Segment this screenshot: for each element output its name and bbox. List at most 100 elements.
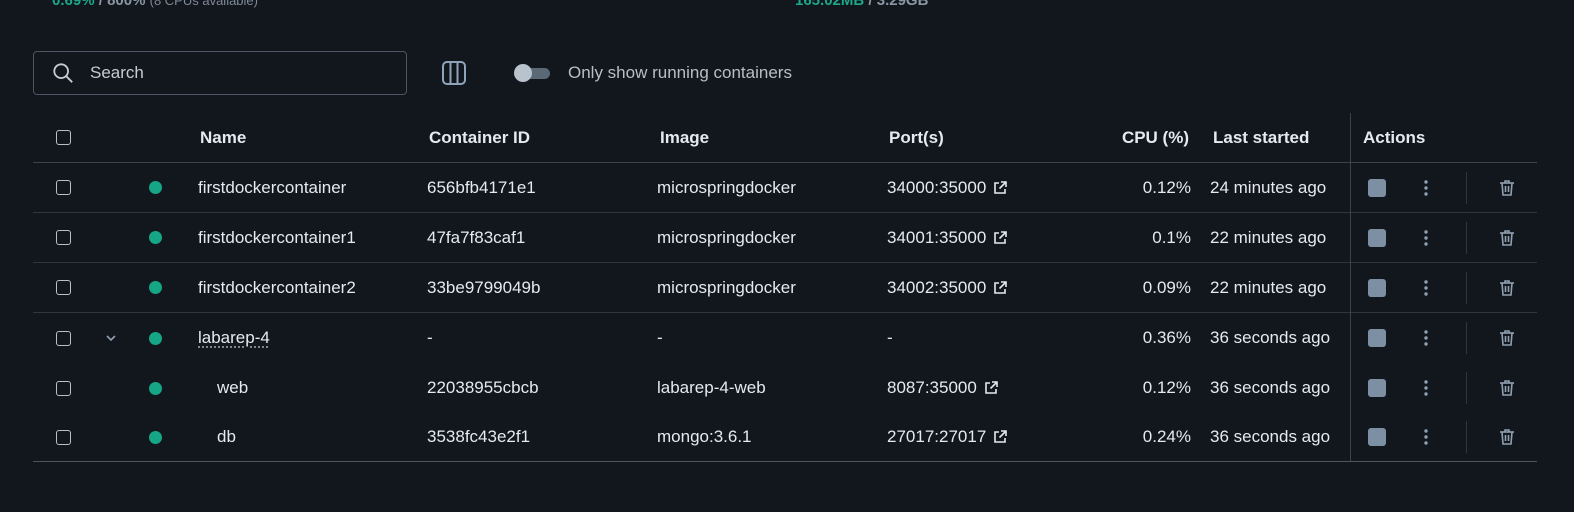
- column-header-cpu[interactable]: CPU (%): [1122, 113, 1189, 162]
- more-options-icon[interactable]: [1423, 178, 1429, 198]
- cpu-usage-max: 800%: [107, 0, 146, 9]
- column-header-ports[interactable]: Port(s): [889, 113, 944, 162]
- container-last-started: 36 seconds ago: [1210, 378, 1331, 397]
- cpu-usage-value: 0.69%: [52, 0, 95, 9]
- container-name[interactable]: web: [217, 363, 248, 413]
- stop-icon[interactable]: [1368, 178, 1386, 197]
- cpu-usage-stat: 0.69% / 800% (8 CPUs available): [52, 0, 258, 9]
- container-cpu: 0.12%: [1142, 378, 1191, 397]
- container-ports[interactable]: 34002:35000: [887, 278, 986, 298]
- container-image[interactable]: labarep-4-web: [657, 363, 766, 413]
- more-options-icon[interactable]: [1423, 278, 1429, 298]
- more-options-icon[interactable]: [1423, 378, 1429, 398]
- container-image[interactable]: microspringdocker: [657, 263, 796, 312]
- container-ports[interactable]: 27017:27017: [887, 427, 986, 447]
- container-cpu: 0.36%: [1142, 328, 1191, 347]
- more-options-icon[interactable]: [1423, 328, 1429, 348]
- memory-usage-value: 165.02MB: [795, 0, 865, 9]
- container-name[interactable]: firstdockercontainer1: [198, 213, 356, 262]
- more-options-icon[interactable]: [1423, 427, 1429, 447]
- table-row[interactable]: db 3538fc43e2f1 mongo:3.6.1 27017:27017 …: [33, 412, 1537, 462]
- container-ports[interactable]: 34000:35000: [887, 178, 986, 198]
- table-header: Name Container ID Image Port(s) CPU (%) …: [33, 113, 1537, 163]
- stop-icon[interactable]: [1368, 228, 1386, 247]
- select-all-checkbox[interactable]: [56, 130, 71, 145]
- external-link-icon[interactable]: [992, 280, 1008, 296]
- container-last-started: 22 minutes ago: [1210, 277, 1327, 297]
- column-header-container-id[interactable]: Container ID: [429, 113, 530, 162]
- container-cpu: 0.24%: [1142, 427, 1191, 446]
- running-status-dot: [149, 331, 162, 345]
- container-name[interactable]: firstdockercontainer: [198, 163, 346, 212]
- row-checkbox[interactable]: [56, 180, 71, 195]
- container-last-started: 22 minutes ago: [1210, 227, 1327, 247]
- stop-icon[interactable]: [1368, 428, 1386, 446]
- row-checkbox[interactable]: [56, 380, 71, 396]
- container-id: 33be9799049b: [427, 277, 541, 297]
- external-link-icon[interactable]: [992, 180, 1008, 196]
- stats-bar: 0.69% / 800% (8 CPUs available) 165.02MB…: [52, 0, 1574, 12]
- external-link-icon[interactable]: [992, 429, 1008, 445]
- row-checkbox[interactable]: [56, 330, 71, 346]
- search-input[interactable]: [88, 62, 372, 84]
- table-row[interactable]: firstdockercontainer1 47fa7f83caf1 micro…: [33, 213, 1537, 263]
- table-row[interactable]: web 22038955cbcb labarep-4-web 8087:3500…: [33, 363, 1537, 413]
- container-name[interactable]: firstdockercontainer2: [198, 263, 356, 312]
- external-link-icon[interactable]: [983, 380, 999, 396]
- container-ports[interactable]: 8087:35000: [887, 378, 977, 398]
- container-name[interactable]: db: [217, 412, 236, 462]
- table-row[interactable]: firstdockercontainer2 33be9799049b micro…: [33, 263, 1537, 313]
- chevron-down-icon[interactable]: [104, 333, 118, 343]
- trash-icon[interactable]: [1497, 328, 1517, 348]
- running-status-dot: [149, 231, 162, 244]
- trash-icon[interactable]: [1497, 427, 1517, 447]
- row-checkbox[interactable]: [56, 280, 71, 295]
- trash-icon[interactable]: [1497, 178, 1517, 198]
- columns-icon[interactable]: [441, 60, 467, 86]
- container-image: -: [657, 328, 663, 347]
- container-cpu: 0.09%: [1142, 277, 1191, 297]
- container-image[interactable]: mongo:3.6.1: [657, 412, 752, 462]
- running-status-dot: [149, 381, 162, 395]
- column-header-last-started[interactable]: Last started: [1213, 113, 1309, 162]
- column-header-name[interactable]: Name: [200, 113, 246, 162]
- container-cpu: 0.12%: [1142, 177, 1191, 197]
- row-checkbox[interactable]: [56, 429, 71, 445]
- container-id: 3538fc43e2f1: [427, 427, 531, 446]
- column-header-actions: Actions: [1363, 127, 1426, 147]
- container-id: 47fa7f83caf1: [427, 227, 526, 247]
- trash-icon[interactable]: [1497, 228, 1517, 248]
- container-id: 22038955cbcb: [427, 378, 539, 397]
- group-name[interactable]: labarep-4: [198, 328, 270, 348]
- container-ports: -: [887, 328, 893, 347]
- cpu-note: (8 CPUs available): [149, 0, 258, 8]
- container-image[interactable]: microspringdocker: [657, 213, 796, 262]
- running-only-label: Only show running containers: [568, 63, 792, 82]
- running-status-dot: [149, 281, 162, 294]
- stop-icon[interactable]: [1368, 329, 1386, 347]
- container-id: 656bfb4171e1: [427, 177, 536, 197]
- container-image[interactable]: microspringdocker: [657, 163, 796, 212]
- trash-icon[interactable]: [1497, 378, 1517, 398]
- more-options-icon[interactable]: [1423, 228, 1429, 248]
- memory-usage-max: 3.29GB: [876, 0, 929, 9]
- search-box[interactable]: [33, 51, 407, 95]
- container-id: -: [427, 328, 433, 347]
- table-row[interactable]: firstdockercontainer 656bfb4171e1 micros…: [33, 163, 1537, 213]
- row-checkbox[interactable]: [56, 230, 71, 245]
- container-last-started: 36 seconds ago: [1210, 427, 1331, 446]
- trash-icon[interactable]: [1497, 278, 1517, 298]
- actions-column-divider: [1350, 113, 1351, 462]
- running-only-toggle[interactable]: [514, 64, 550, 82]
- stop-icon[interactable]: [1368, 278, 1386, 297]
- column-header-image[interactable]: Image: [660, 113, 709, 162]
- stop-icon[interactable]: [1368, 379, 1386, 397]
- container-cpu: 0.1%: [1152, 227, 1191, 247]
- search-icon: [53, 63, 73, 83]
- containers-table: Name Container ID Image Port(s) CPU (%) …: [33, 113, 1537, 462]
- toolbar: Only show running containers: [33, 51, 833, 97]
- memory-usage-stat: 165.02MB / 3.29GB: [795, 0, 928, 9]
- container-ports[interactable]: 34001:35000: [887, 228, 986, 248]
- external-link-icon[interactable]: [992, 230, 1008, 246]
- table-row-group[interactable]: labarep-4 - - - 0.36% 36 seconds ago: [33, 313, 1537, 363]
